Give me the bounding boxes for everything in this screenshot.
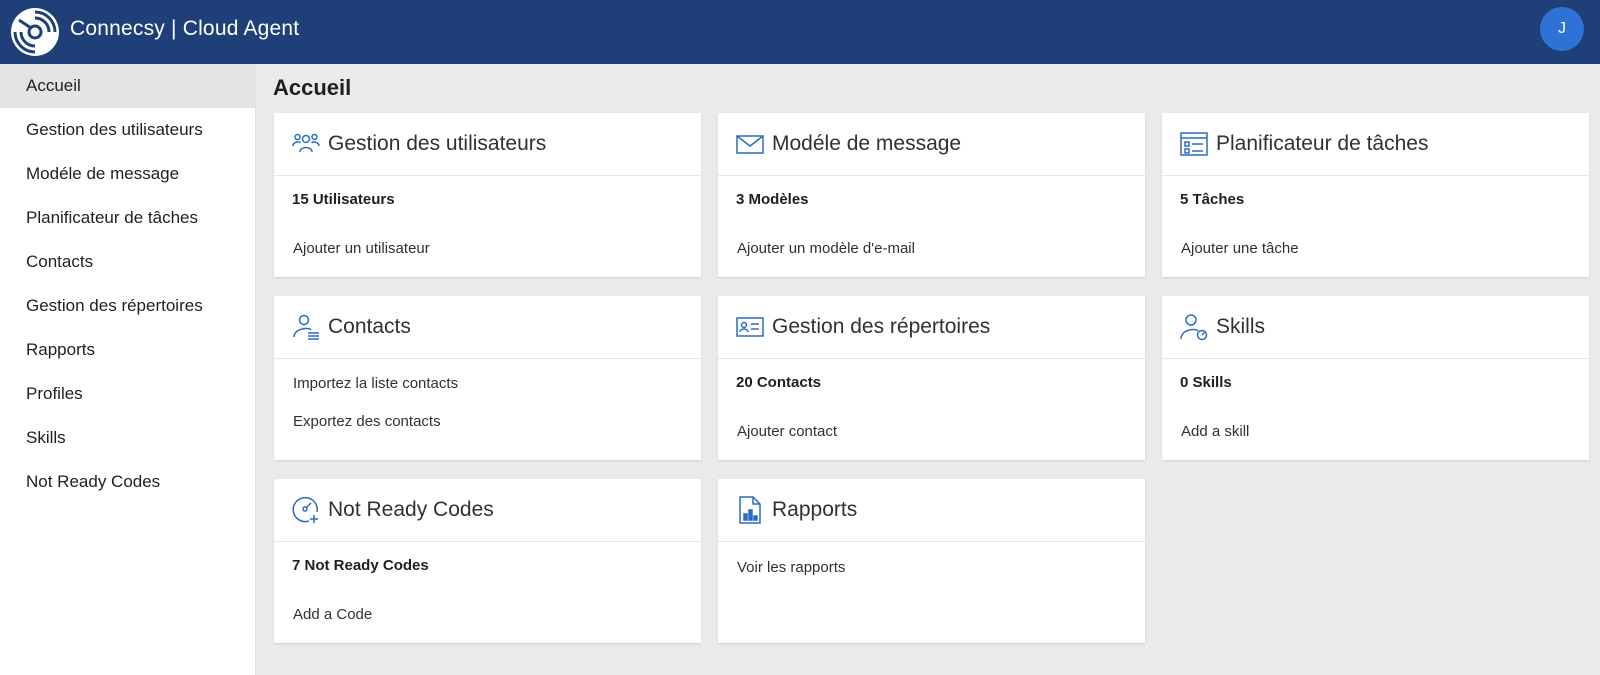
- sidebar-item-gestion-utilisateurs[interactable]: Gestion des utilisateurs: [0, 108, 256, 152]
- card-count: 0 Skills: [1180, 374, 1232, 391]
- task-list-icon: [1180, 132, 1208, 156]
- card-count: 15 Utilisateurs: [292, 191, 395, 208]
- card-title: Gestion des répertoires: [772, 315, 991, 338]
- import-contacts-link[interactable]: Importez la liste contacts: [293, 375, 458, 392]
- card-modele-message: Modéle de message 3 Modèles Ajouter un m…: [718, 113, 1145, 277]
- card-title: Contacts: [328, 315, 411, 338]
- card-header: Gestion des utilisateurs: [274, 113, 701, 176]
- card-title: Gestion des utilisateurs: [328, 132, 547, 155]
- contacts-icon: [293, 314, 319, 340]
- top-bar: Connecsy | Cloud Agent J: [0, 0, 1600, 64]
- export-contacts-link[interactable]: Exportez des contacts: [293, 413, 441, 430]
- card-contacts: Contacts Importez la liste contacts Expo…: [274, 296, 701, 460]
- sidebar-item-rapports[interactable]: Rapports: [0, 328, 256, 372]
- sidebar-item-modele-message[interactable]: Modéle de message: [0, 152, 256, 196]
- card-header: Not Ready Codes: [274, 479, 701, 542]
- users-icon: [292, 133, 320, 153]
- connecsy-logo-icon: [11, 8, 59, 56]
- card-planificateur: Planificateur de tâches 5 Tâches Ajouter…: [1162, 113, 1589, 277]
- card-skills: Skills 0 Skills Add a skill: [1162, 296, 1589, 460]
- sidebar-item-profiles[interactable]: Profiles: [0, 372, 256, 416]
- add-email-template-link[interactable]: Ajouter un modèle d'e-mail: [737, 240, 915, 257]
- card-header: Gestion des répertoires: [718, 296, 1145, 359]
- contact-card-icon: [736, 317, 764, 337]
- app-title: Connecsy | Cloud Agent: [70, 17, 300, 40]
- card-gestion-utilisateurs: Gestion des utilisateurs 15 Utilisateurs…: [274, 113, 701, 277]
- add-user-link[interactable]: Ajouter un utilisateur: [293, 240, 430, 257]
- card-count: 5 Tâches: [1180, 191, 1245, 208]
- skill-person-icon: [1180, 314, 1208, 341]
- card-count: 7 Not Ready Codes: [292, 557, 429, 574]
- card-title: Rapports: [772, 498, 858, 521]
- card-header: Contacts: [274, 296, 701, 359]
- sidebar-item-repertoires[interactable]: Gestion des répertoires: [0, 284, 256, 328]
- card-header: Rapports: [718, 479, 1145, 542]
- gauge-add-icon: [292, 496, 318, 523]
- card-header: Planificateur de tâches: [1162, 113, 1589, 176]
- card-title: Not Ready Codes: [328, 498, 494, 521]
- sidebar-item-skills[interactable]: Skills: [0, 416, 256, 460]
- add-task-link[interactable]: Ajouter une tâche: [1181, 240, 1299, 257]
- report-icon: [739, 496, 761, 524]
- sidebar-item-contacts[interactable]: Contacts: [0, 240, 256, 284]
- card-title: Planificateur de tâches: [1216, 132, 1429, 155]
- card-title: Skills: [1216, 315, 1266, 338]
- add-contact-link[interactable]: Ajouter contact: [737, 423, 837, 440]
- sidebar: Accueil Gestion des utilisateurs Modéle …: [0, 64, 256, 675]
- add-skill-link[interactable]: Add a skill: [1181, 423, 1249, 440]
- user-avatar[interactable]: J: [1540, 7, 1584, 51]
- view-reports-link[interactable]: Voir les rapports: [737, 559, 845, 576]
- card-header: Modéle de message: [718, 113, 1145, 176]
- add-code-link[interactable]: Add a Code: [293, 606, 372, 623]
- card-repertoires: Gestion des répertoires 20 Contacts Ajou…: [718, 296, 1145, 460]
- card-count: 3 Modèles: [736, 191, 809, 208]
- sidebar-item-not-ready-codes[interactable]: Not Ready Codes: [0, 460, 256, 504]
- card-header: Skills: [1162, 296, 1589, 359]
- card-title: Modéle de message: [772, 132, 962, 155]
- mail-icon: [736, 135, 764, 154]
- sidebar-item-planificateur[interactable]: Planificateur de tâches: [0, 196, 256, 240]
- card-rapports: Rapports Voir les rapports: [718, 479, 1145, 643]
- card-not-ready-codes: Not Ready Codes 7 Not Ready Codes Add a …: [274, 479, 701, 643]
- card-count: 20 Contacts: [736, 374, 822, 391]
- page-title: Accueil: [273, 75, 352, 100]
- sidebar-item-accueil[interactable]: Accueil: [0, 64, 256, 108]
